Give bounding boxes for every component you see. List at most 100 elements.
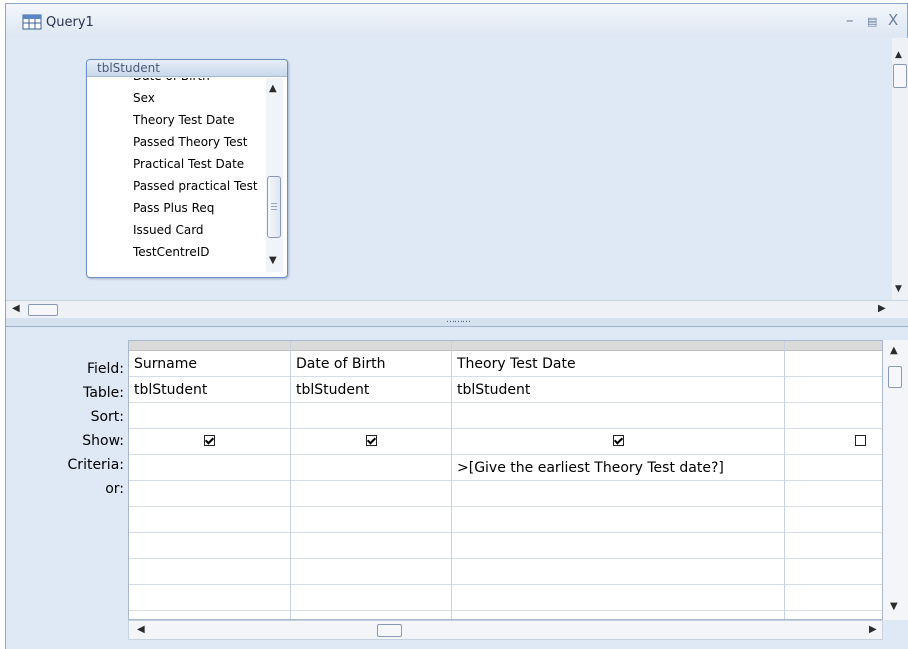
sort-cell[interactable] <box>452 403 784 429</box>
field-cell[interactable]: Date of Birth <box>291 351 451 377</box>
grid-column: Date of Birth tblStudent <box>291 341 452 619</box>
scroll-left-icon[interactable]: ◀ <box>137 625 145 635</box>
design-area-vertical-scrollbar[interactable]: ▲ ▼ <box>892 38 908 300</box>
row-label-field: Field: <box>86 361 124 377</box>
show-cell <box>785 429 882 455</box>
or-cell[interactable] <box>452 481 784 507</box>
empty-cell[interactable] <box>452 507 784 533</box>
scroll-down-icon[interactable]: ▼ <box>269 256 277 266</box>
scroll-right-icon[interactable]: ▶ <box>869 625 877 635</box>
empty-cell[interactable] <box>452 533 784 559</box>
empty-cell[interactable] <box>452 559 784 585</box>
empty-cell[interactable] <box>291 507 451 533</box>
criteria-cell[interactable]: >[Give the earliest Theory Test date?] <box>452 455 784 481</box>
field-list: Date of Birth Sex Theory Test Date Passe… <box>133 78 263 272</box>
sort-cell[interactable] <box>785 403 882 429</box>
scroll-right-icon[interactable]: ▶ <box>878 304 886 314</box>
show-checkbox[interactable] <box>855 435 866 446</box>
pane-splitter[interactable]: ……… <box>6 315 908 327</box>
column-selector[interactable] <box>785 341 882 351</box>
empty-cell[interactable] <box>129 507 290 533</box>
table-cell[interactable] <box>785 377 882 403</box>
field-list-item[interactable]: Pass Plus Req <box>133 197 263 219</box>
empty-cell[interactable] <box>291 559 451 585</box>
show-checkbox[interactable] <box>204 435 215 446</box>
empty-cell[interactable] <box>785 533 882 559</box>
splitter-grip-icon[interactable]: ……… <box>446 315 471 325</box>
window-title: Query1 <box>46 15 94 30</box>
grid-column: Surname tblStudent <box>129 341 291 619</box>
empty-cell[interactable] <box>785 559 882 585</box>
table-field-list-title[interactable]: tblStudent <box>87 60 287 77</box>
query-design-grid-area: Field: Table: Sort: Show: Criteria: or: … <box>6 327 908 649</box>
criteria-cell[interactable] <box>129 455 290 481</box>
field-list-scrollbar[interactable]: ▲ ▼ <box>266 78 283 272</box>
criteria-cell[interactable] <box>291 455 451 481</box>
restore-icon[interactable]: ▤ <box>867 14 877 30</box>
or-cell[interactable] <box>291 481 451 507</box>
table-cell[interactable]: tblStudent <box>452 377 784 403</box>
table-field-list[interactable]: tblStudent Date of Birth Sex Theory Test… <box>86 59 288 278</box>
row-label-or: or: <box>105 481 124 497</box>
empty-cell[interactable] <box>129 559 290 585</box>
field-list-item[interactable]: Theory Test Date <box>133 109 263 131</box>
column-selector[interactable] <box>129 341 290 351</box>
scroll-thumb[interactable] <box>267 176 281 238</box>
query-design-grid: Surname tblStudent Date of Birth tblStud… <box>128 340 883 620</box>
show-checkbox[interactable] <box>612 435 624 446</box>
empty-cell[interactable] <box>452 585 784 611</box>
show-cell <box>452 429 784 455</box>
scroll-down-icon[interactable]: ▼ <box>890 602 898 612</box>
empty-cell[interactable] <box>291 533 451 559</box>
field-list-item[interactable]: Sex <box>133 87 263 109</box>
column-selector[interactable] <box>291 341 451 351</box>
empty-cell[interactable] <box>291 585 451 611</box>
empty-cell[interactable] <box>785 507 882 533</box>
minimize-icon[interactable]: – <box>846 12 854 28</box>
grid-vertical-scrollbar[interactable]: ▲ ▼ <box>883 340 908 620</box>
field-list-item[interactable]: Date of Birth <box>133 78 263 87</box>
show-cell <box>129 429 290 455</box>
field-cell[interactable]: Theory Test Date <box>452 351 784 377</box>
field-list-item[interactable]: TestCentreID <box>133 241 263 263</box>
title-bar: Query1 – ▤ X <box>6 4 907 37</box>
column-selector[interactable] <box>452 341 784 351</box>
scroll-left-icon[interactable]: ◀ <box>12 304 20 314</box>
empty-cell[interactable] <box>785 585 882 611</box>
grid-horizontal-scrollbar[interactable]: ◀ ▶ <box>128 620 883 640</box>
or-cell[interactable] <box>785 481 882 507</box>
query-icon <box>22 14 42 30</box>
scroll-thumb[interactable] <box>28 304 58 316</box>
or-cell[interactable] <box>129 481 290 507</box>
field-cell[interactable]: Surname <box>129 351 290 377</box>
scroll-up-icon[interactable]: ▲ <box>269 84 277 94</box>
show-checkbox[interactable] <box>365 435 377 446</box>
close-icon[interactable]: X <box>888 12 898 28</box>
field-list-item[interactable]: Passed practical Test <box>133 175 263 197</box>
grid-column <box>785 341 882 619</box>
field-list-item[interactable]: Practical Test Date <box>133 153 263 175</box>
grid-row-labels: Field: Table: Sort: Show: Criteria: or: <box>6 357 124 501</box>
sort-cell[interactable] <box>129 403 290 429</box>
show-cell <box>291 429 451 455</box>
row-label-sort: Sort: <box>90 409 124 425</box>
criteria-cell[interactable] <box>785 455 882 481</box>
field-cell[interactable] <box>785 351 882 377</box>
scroll-up-icon[interactable]: ▲ <box>895 50 902 60</box>
table-cell[interactable]: tblStudent <box>129 377 290 403</box>
empty-cell[interactable] <box>129 533 290 559</box>
scroll-down-icon[interactable]: ▼ <box>895 284 902 294</box>
table-design-area: tblStudent Date of Birth Sex Theory Test… <box>10 38 892 300</box>
scroll-thumb[interactable] <box>888 366 902 388</box>
scroll-up-icon[interactable]: ▲ <box>890 346 898 356</box>
table-cell[interactable]: tblStudent <box>291 377 451 403</box>
scroll-thumb[interactable] <box>893 64 907 88</box>
grid-column: Theory Test Date tblStudent >[Give the e… <box>452 341 785 619</box>
field-list-item[interactable]: Passed Theory Test <box>133 131 263 153</box>
scroll-thumb[interactable] <box>377 624 402 637</box>
empty-cell[interactable] <box>129 585 290 611</box>
sort-cell[interactable] <box>291 403 451 429</box>
field-list-item[interactable]: Issued Card <box>133 219 263 241</box>
row-label-table: Table: <box>83 385 124 401</box>
row-label-show: Show: <box>82 433 124 449</box>
